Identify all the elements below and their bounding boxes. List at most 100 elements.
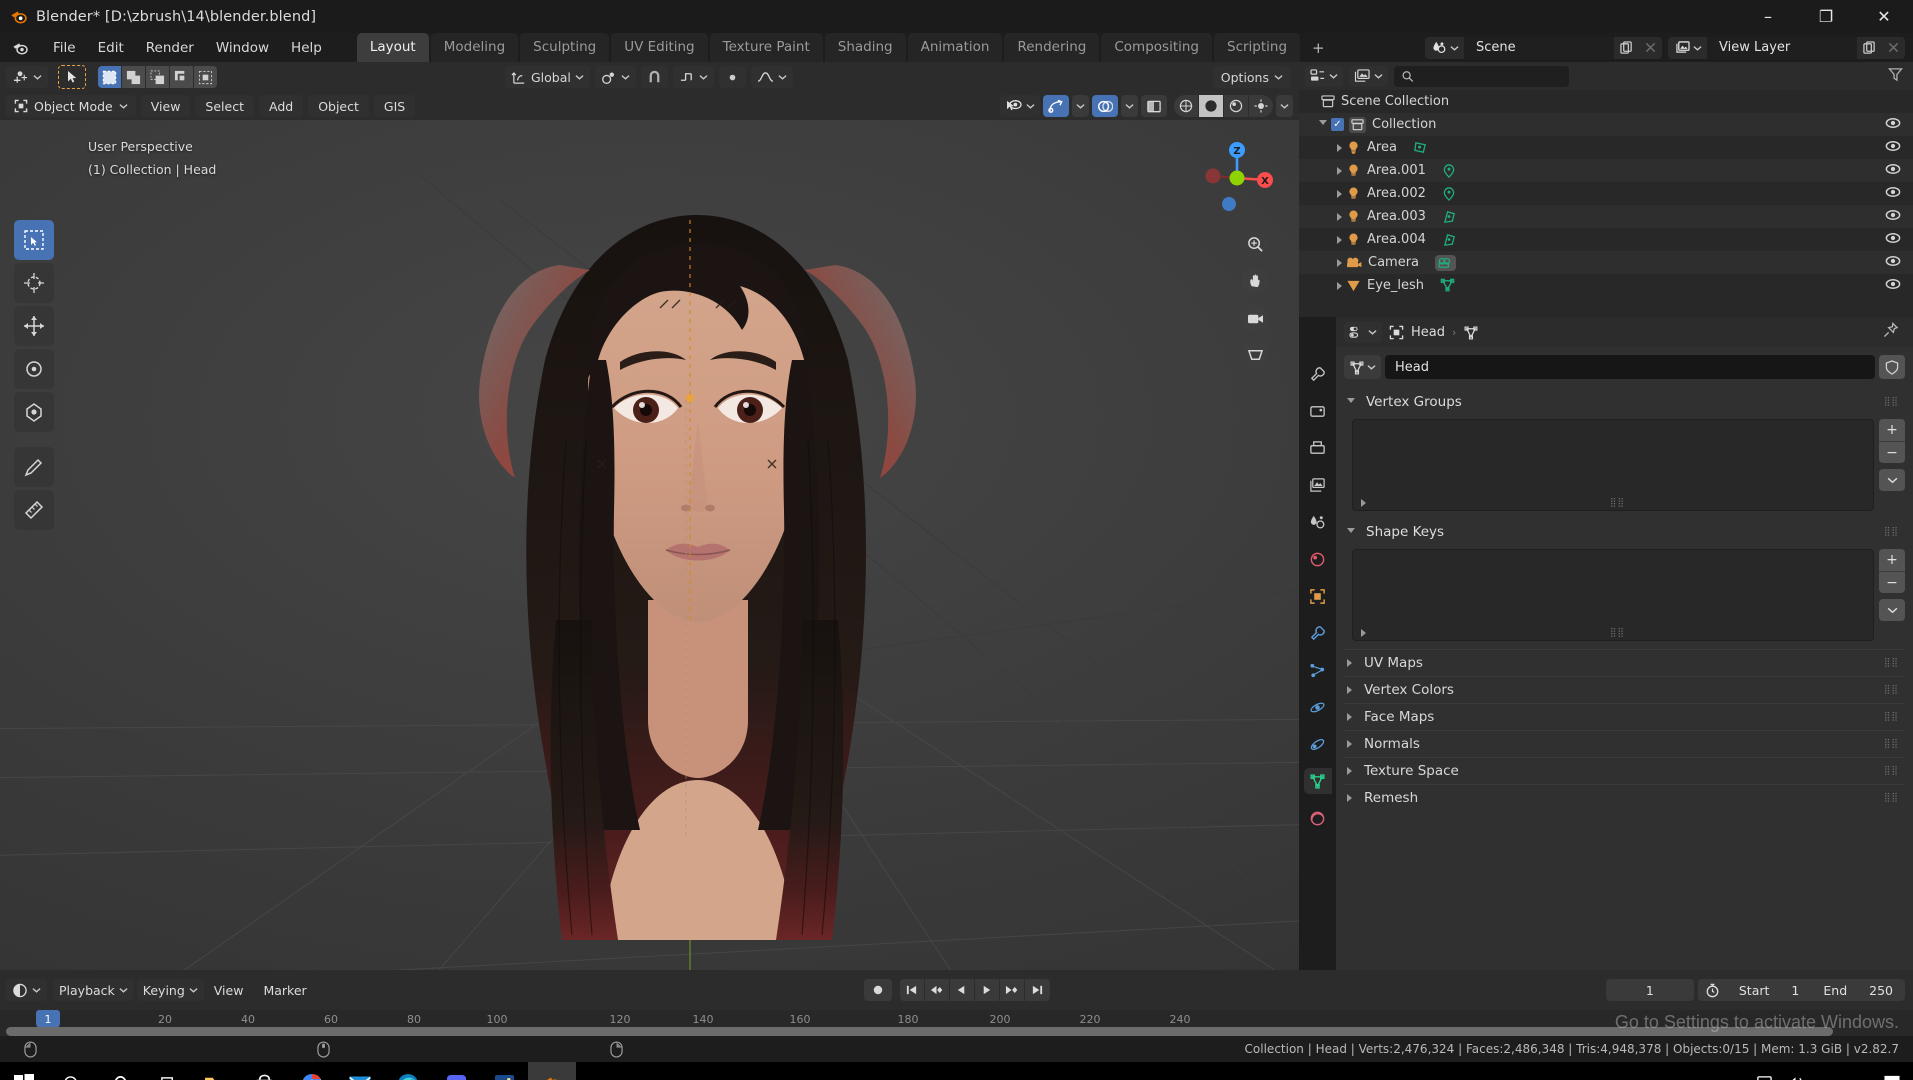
delete-view-layer-button[interactable]	[1881, 36, 1905, 59]
drag-handle-icon[interactable]: ⣿⣿	[1884, 686, 1899, 695]
editor-type-selector[interactable]	[6, 66, 48, 88]
hide-in-viewport-icon[interactable]	[1885, 255, 1901, 271]
pin-id-icon[interactable]	[1883, 322, 1905, 342]
action-center-icon[interactable]	[1883, 1074, 1901, 1080]
tab-modifier-properties[interactable]	[1304, 620, 1332, 646]
view-layer-name[interactable]: View Layer	[1707, 36, 1857, 59]
expand-triangle-icon[interactable]	[1347, 686, 1352, 694]
expand-triangle-icon[interactable]	[1347, 527, 1355, 537]
xray-toggle[interactable]	[1141, 95, 1167, 117]
expand-triangle-icon[interactable]	[1347, 794, 1352, 802]
maximize-button[interactable]: ❐	[1797, 0, 1855, 33]
menu-window[interactable]: Window	[205, 36, 280, 60]
expand-triangle-icon[interactable]	[1347, 713, 1352, 721]
panel-face-maps-header[interactable]: Face Maps ⣿⣿	[1344, 703, 1905, 730]
drag-handle-icon[interactable]: ⣿⣿	[1884, 713, 1899, 722]
viewport-menu-select[interactable]: Select	[195, 95, 254, 117]
hide-in-viewport-icon[interactable]	[1885, 186, 1901, 202]
grip-icon[interactable]: ⣿⣿	[1610, 499, 1625, 508]
fake-user-shield-icon[interactable]	[1879, 355, 1905, 379]
hide-in-viewport-icon[interactable]	[1885, 232, 1901, 248]
network-icon[interactable]	[1755, 1075, 1773, 1080]
grip-icon[interactable]: ⣿⣿	[1610, 629, 1625, 638]
select-extend-button[interactable]	[122, 66, 145, 88]
drag-handle-icon[interactable]: ⣿⣿	[1884, 767, 1899, 776]
volume-icon[interactable]	[1787, 1075, 1805, 1080]
discord-icon[interactable]	[432, 1062, 480, 1080]
shading-wireframe-button[interactable]	[1174, 95, 1198, 117]
viewport-menu-view[interactable]: View	[140, 95, 191, 117]
jump-to-end-button[interactable]	[1024, 979, 1050, 1001]
tab-view-layer-properties[interactable]	[1304, 472, 1332, 498]
outliner-row-scene-collection[interactable]: Scene Collection	[1299, 90, 1913, 113]
expand-triangle-icon[interactable]	[1337, 166, 1342, 175]
microsoft-edge-icon[interactable]	[384, 1062, 432, 1080]
shading-rendered-button[interactable]	[1249, 95, 1273, 117]
remove-shape-key-button[interactable]: −	[1879, 571, 1905, 593]
jump-to-next-keyframe-button[interactable]	[999, 979, 1025, 1001]
shading-material-preview-button[interactable]	[1224, 95, 1248, 117]
outliner-row-area-003[interactable]: Area.003	[1299, 205, 1913, 228]
task-view-icon[interactable]	[144, 1062, 192, 1080]
expand-triangle-icon[interactable]	[1337, 189, 1342, 198]
visibility-selectability-dropdown[interactable]	[1000, 95, 1040, 117]
tab-texture-paint[interactable]: Texture Paint	[709, 33, 823, 62]
select-tool-active-frame[interactable]	[58, 65, 86, 89]
collection-checkbox[interactable]: ✓	[1331, 118, 1344, 131]
tab-constraint-properties[interactable]	[1304, 731, 1332, 757]
start-button[interactable]	[0, 1062, 48, 1080]
outliner-search-input[interactable]	[1419, 69, 1561, 83]
hide-in-viewport-icon[interactable]	[1885, 163, 1901, 179]
expand-triangle-icon[interactable]	[1319, 120, 1327, 129]
tab-output-properties[interactable]	[1304, 435, 1332, 461]
tab-render-properties[interactable]	[1304, 398, 1332, 424]
light-data-icon[interactable]	[1413, 141, 1428, 155]
tab-world-properties[interactable]	[1304, 546, 1332, 572]
tool-scale[interactable]	[14, 392, 54, 432]
add-vertex-group-button[interactable]: +	[1879, 419, 1905, 441]
photos-app-icon[interactable]	[480, 1062, 528, 1080]
tab-particle-properties[interactable]	[1304, 657, 1332, 683]
menu-edit[interactable]: Edit	[87, 36, 135, 60]
blender-menu-icon[interactable]	[12, 40, 28, 56]
select-intersect-button[interactable]	[194, 66, 217, 88]
light-data-icon[interactable]	[1442, 186, 1456, 201]
timeline-menu-view[interactable]: View	[204, 983, 254, 998]
current-frame-field[interactable]: 1	[1605, 979, 1694, 1001]
tab-shading[interactable]: Shading	[824, 33, 906, 62]
outliner-row-eye-lesh[interactable]: Eye_lesh	[1299, 274, 1913, 297]
mesh-data-icon[interactable]	[1440, 278, 1455, 293]
timeline-playback-dropdown[interactable]: Playback	[53, 979, 134, 1001]
minimize-button[interactable]: –	[1739, 0, 1797, 33]
viewport-menu-add[interactable]: Add	[258, 95, 304, 117]
expand-triangle-icon[interactable]	[1337, 258, 1342, 267]
shape-keys-list[interactable]: ⣿⣿ + −	[1352, 549, 1905, 641]
drag-handle-icon[interactable]: ⣿⣿	[1884, 528, 1899, 537]
start-frame-field[interactable]: Start 1	[1727, 983, 1812, 998]
proportional-falloff-dropdown[interactable]	[750, 66, 793, 88]
tab-tool-properties[interactable]	[1304, 361, 1332, 387]
drag-handle-icon[interactable]: ⣿⣿	[1884, 740, 1899, 749]
tab-rendering[interactable]: Rendering	[1004, 33, 1100, 62]
select-subtract-button[interactable]	[146, 66, 169, 88]
delete-scene-button[interactable]	[1638, 36, 1662, 59]
mesh-datablock-selector[interactable]	[1344, 355, 1381, 379]
outliner-tree[interactable]: Scene Collection ✓ Collection Area Area.…	[1299, 90, 1913, 317]
timeline-menu-marker[interactable]: Marker	[253, 983, 316, 998]
viewport-menu-gis[interactable]: GIS	[373, 95, 416, 117]
select-set-button[interactable]	[98, 66, 121, 88]
tool-cursor[interactable]	[14, 263, 54, 303]
viewport-options-dropdown[interactable]: Options	[1212, 66, 1291, 88]
tab-layout[interactable]: Layout	[356, 33, 429, 62]
tab-material-properties[interactable]	[1304, 805, 1332, 831]
expand-triangle-icon[interactable]	[1337, 212, 1342, 221]
tab-uv-editing[interactable]: UV Editing	[611, 33, 708, 62]
cortana-icon[interactable]	[96, 1062, 144, 1080]
outliner-row-collection[interactable]: ✓ Collection	[1299, 113, 1913, 136]
outliner-editor[interactable]: Scene Collection ✓ Collection Area Area.…	[1299, 62, 1913, 317]
snap-settings-dropdown[interactable]	[672, 66, 714, 88]
zoom-icon[interactable]	[1241, 230, 1269, 258]
expand-triangle-icon[interactable]	[1347, 740, 1352, 748]
expand-triangle-icon[interactable]	[1337, 235, 1342, 244]
tab-physics-properties[interactable]	[1304, 694, 1332, 720]
